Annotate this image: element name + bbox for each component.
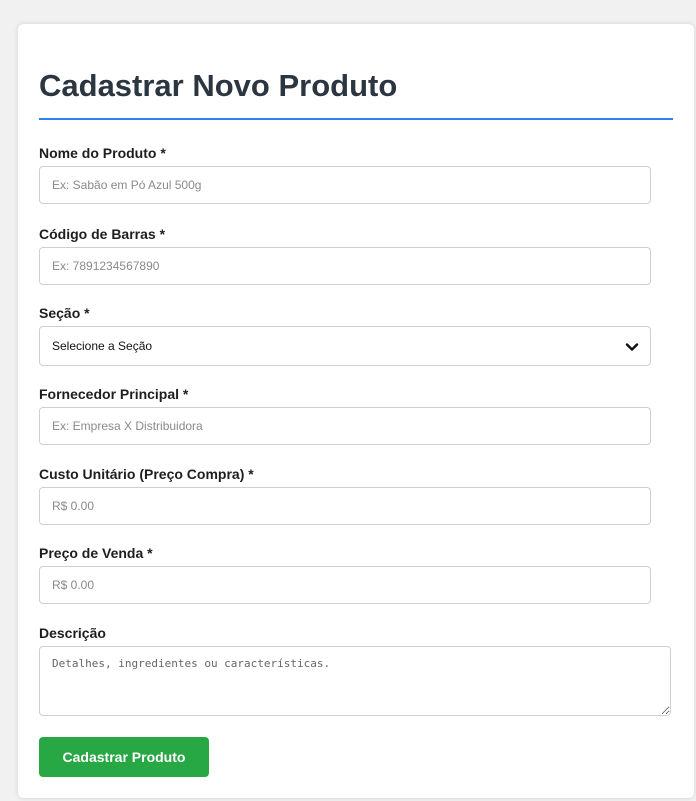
label-fornecedor: Fornecedor Principal *: [39, 386, 189, 402]
secao-selected-value: Selecione a Seção: [52, 339, 153, 353]
codigo-barras-input[interactable]: [39, 247, 651, 285]
page-background: Cadastrar Novo Produto Nome do Produto *…: [0, 0, 696, 801]
label-custo: Custo Unitário (Preço Compra) *: [39, 466, 254, 482]
page-title: Cadastrar Novo Produto: [39, 68, 398, 103]
form-card: Cadastrar Novo Produto Nome do Produto *…: [18, 24, 694, 798]
preco-venda-input[interactable]: [39, 566, 651, 604]
title-divider: [39, 118, 673, 120]
label-secao: Seção *: [39, 305, 90, 321]
label-codigo: Código de Barras *: [39, 226, 166, 242]
custo-unitario-input[interactable]: [39, 487, 651, 525]
chevron-down-icon: [625, 343, 639, 351]
label-nome: Nome do Produto *: [39, 145, 166, 161]
label-venda: Preço de Venda *: [39, 545, 153, 561]
label-descricao: Descrição: [39, 625, 106, 641]
descricao-textarea[interactable]: [39, 646, 671, 716]
cadastrar-produto-button[interactable]: Cadastrar Produto: [39, 737, 209, 777]
nome-input[interactable]: [39, 166, 651, 204]
fornecedor-input[interactable]: [39, 407, 651, 445]
secao-select[interactable]: Selecione a Seção: [39, 326, 651, 366]
